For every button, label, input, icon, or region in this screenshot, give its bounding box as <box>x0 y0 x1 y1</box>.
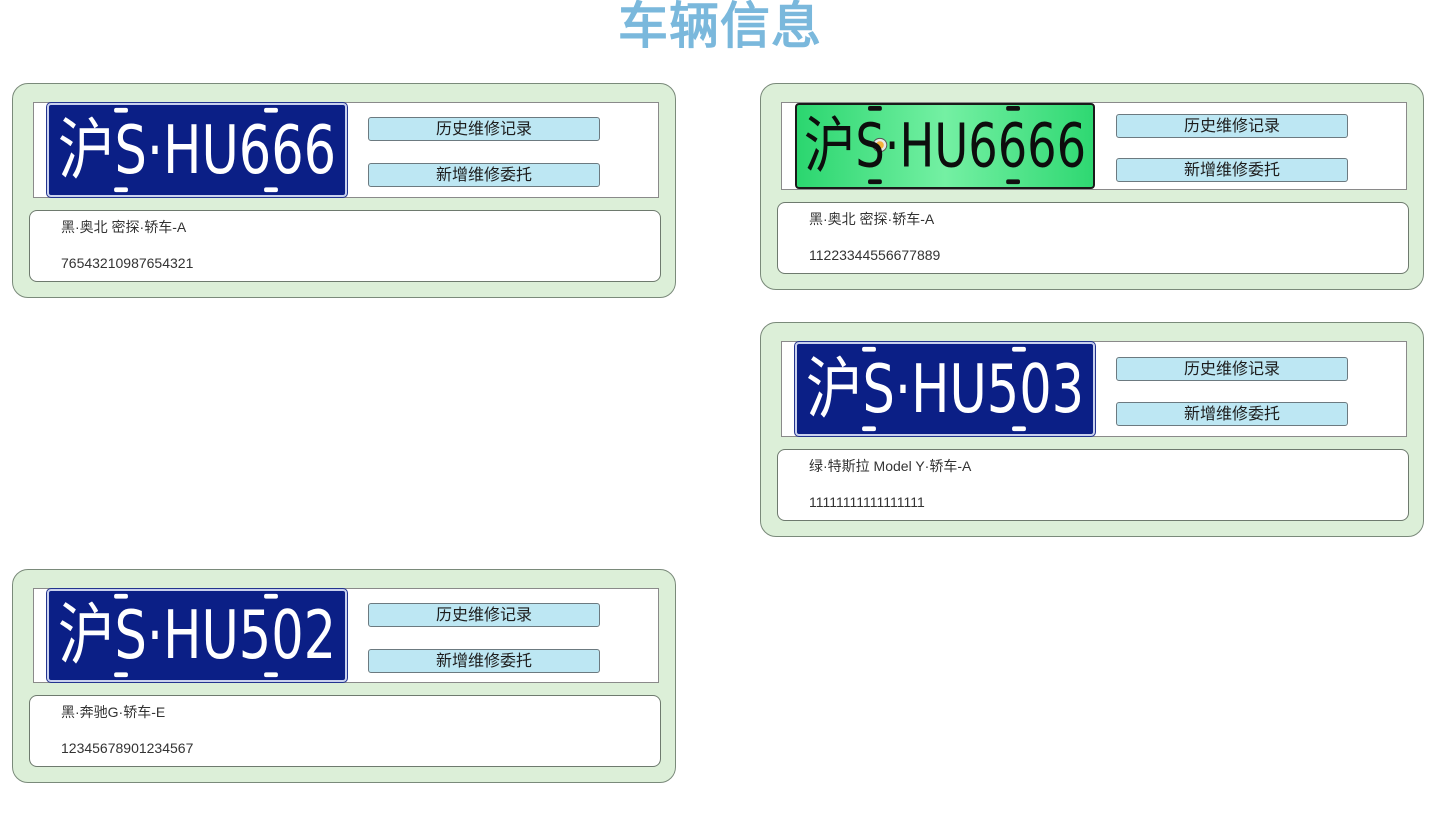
vehicle-info: 黑·奥北 密探·轿车-A 76543210987654321 <box>29 210 661 282</box>
history-records-button[interactable]: 历史维修记录 <box>1116 357 1348 381</box>
plate-number: 沪S·HU6666 <box>804 110 1086 182</box>
license-plate: 沪S·HU503 <box>795 342 1095 436</box>
license-plate: 沪S·HU6666 <box>795 103 1095 189</box>
plate-number: 沪S·HU503 <box>806 351 1084 429</box>
vehicle-description: 绿·特斯拉 Model Y·轿车-A <box>809 458 972 474</box>
plate-row: 沪S·HU503 历史维修记录 新增维修委托 <box>781 341 1407 437</box>
new-repair-request-button[interactable]: 新增维修委托 <box>368 649 600 673</box>
vehicle-info: 黑·奥北 密探·轿车-A 11223344556677889 <box>777 202 1409 274</box>
new-repair-request-button[interactable]: 新增维修委托 <box>1116 402 1348 426</box>
vehicle-info: 黑·奔驰G·轿车-E 12345678901234567 <box>29 695 661 767</box>
history-records-button[interactable]: 历史维修记录 <box>1116 114 1348 138</box>
history-records-button[interactable]: 历史维修记录 <box>368 117 600 141</box>
vehicle-vin: 11111111111111111 <box>809 494 925 510</box>
license-plate-image: 沪S·HU666 <box>58 107 336 193</box>
license-plate-image: 沪S·HU6666 <box>804 105 1086 185</box>
plate-row: 沪S·HU6666 历史维修记录 新增维修委托 <box>781 102 1407 190</box>
history-records-button[interactable]: 历史维修记录 <box>368 603 600 627</box>
plate-number: 沪S·HU502 <box>58 597 336 675</box>
new-repair-request-button[interactable]: 新增维修委托 <box>1116 158 1348 182</box>
vehicle-vin: 76543210987654321 <box>61 255 194 271</box>
page-title: 车辆信息 <box>618 0 822 55</box>
vehicle-card: 沪S·HU503 历史维修记录 新增维修委托 绿·特斯拉 Model Y·轿车-… <box>760 322 1424 537</box>
plate-row: 沪S·HU502 历史维修记录 新增维修委托 <box>33 588 659 683</box>
vehicle-info: 绿·特斯拉 Model Y·轿车-A 11111111111111111 <box>777 449 1409 521</box>
plate-number: 沪S·HU666 <box>58 112 336 190</box>
license-plate-image: 沪S·HU502 <box>58 593 336 678</box>
new-repair-request-button[interactable]: 新增维修委托 <box>368 163 600 187</box>
vehicle-card: 沪S·HU666 历史维修记录 新增维修委托 黑·奥北 密探·轿车-A 7654… <box>12 83 676 298</box>
vehicle-vin: 12345678901234567 <box>61 740 194 756</box>
license-plate: 沪S·HU502 <box>47 589 347 682</box>
vehicle-description: 黑·奥北 密探·轿车-A <box>809 211 935 227</box>
license-plate-image: 沪S·HU503 <box>806 346 1084 432</box>
plate-row: 沪S·HU666 历史维修记录 新增维修委托 <box>33 102 659 198</box>
vehicle-card: 沪S·HU6666 历史维修记录 新增维修委托 黑·奥北 密探·轿车-A 112… <box>760 83 1424 290</box>
vehicle-vin: 11223344556677889 <box>809 247 941 263</box>
vehicle-description: 黑·奔驰G·轿车-E <box>61 704 166 720</box>
vehicle-description: 黑·奥北 密探·轿车-A <box>61 219 187 235</box>
vehicle-card: 沪S·HU502 历史维修记录 新增维修委托 黑·奔驰G·轿车-E 123456… <box>12 569 676 783</box>
license-plate: 沪S·HU666 <box>47 103 347 197</box>
